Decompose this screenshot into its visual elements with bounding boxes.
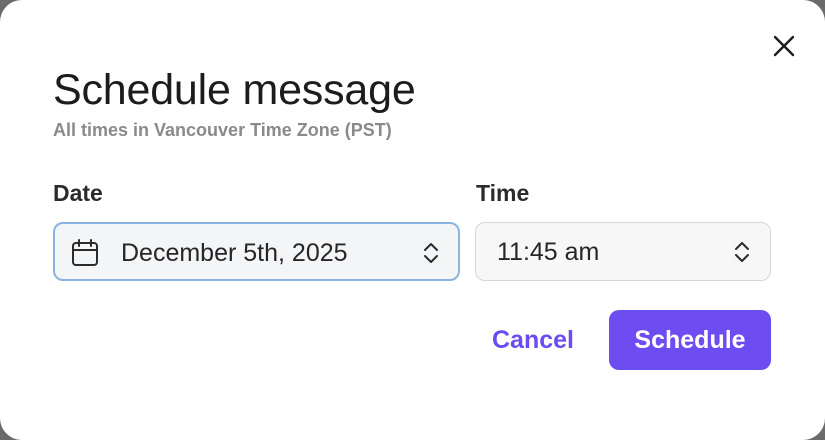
time-label: Time (476, 180, 530, 206)
time-value: 11:45 am (497, 238, 600, 266)
date-label: Date (53, 180, 103, 206)
close-button[interactable] (766, 28, 802, 64)
schedule-button[interactable]: Schedule (609, 310, 771, 370)
date-value: December 5th, 2025 (121, 239, 348, 267)
dialog-title: Schedule message (53, 66, 416, 114)
schedule-message-dialog: Schedule message All times in Vancouver … (0, 0, 825, 440)
chevron-up-down-icon (424, 243, 438, 263)
chevron-up-down-icon (735, 242, 749, 262)
date-picker[interactable]: December 5th, 2025 (53, 222, 460, 281)
cancel-button[interactable]: Cancel (477, 310, 589, 370)
calendar-icon (72, 239, 98, 266)
close-icon (773, 35, 795, 57)
time-picker[interactable]: 11:45 am (475, 222, 771, 281)
timezone-subtitle: All times in Vancouver Time Zone (PST) (53, 120, 392, 140)
